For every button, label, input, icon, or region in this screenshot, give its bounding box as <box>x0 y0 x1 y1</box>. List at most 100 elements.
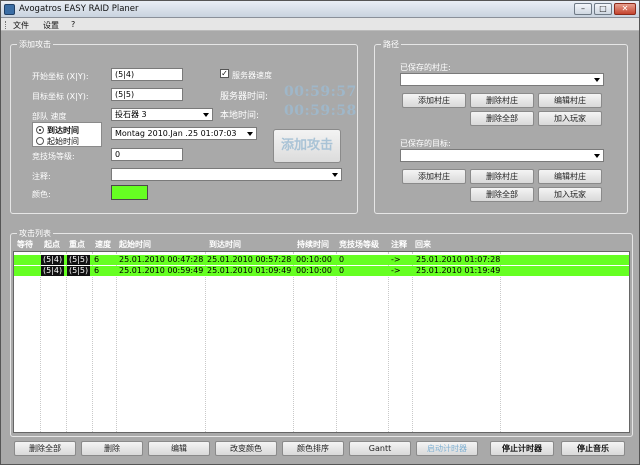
saved-targets-select[interactable] <box>400 149 604 162</box>
color-swatch[interactable] <box>111 185 148 200</box>
row-speed: 6 <box>94 266 100 275</box>
chevron-down-icon <box>594 154 600 158</box>
col-arrival-time[interactable]: 到达时间 <box>209 239 241 250</box>
column-divider <box>66 252 67 432</box>
edit-target-button[interactable]: 编辑村庄 <box>538 169 602 184</box>
stop-timer-button[interactable]: 停止计时器 <box>490 441 554 456</box>
delete-village-button[interactable]: 删除村庄 <box>470 93 534 108</box>
calendar-dropdown-icon <box>247 132 253 136</box>
maximize-button[interactable]: □ <box>594 3 612 15</box>
attack-list[interactable]: (5|4) (5|5) 6 25.01.2010 00:47:28 25.01.… <box>13 251 630 433</box>
col-end[interactable]: 重点 <box>69 239 85 250</box>
table-row[interactable]: (5|4) (5|5) 6 25.01.2010 00:59:49 25.01.… <box>14 266 629 276</box>
col-wait[interactable]: 等待 <box>17 239 33 250</box>
arena-level-input[interactable] <box>111 148 183 161</box>
radio-arrival-time-label: 到达时间 <box>47 126 79 135</box>
server-speed-label: 服务器速度 <box>232 71 272 80</box>
col-return[interactable]: 回来 <box>415 239 431 250</box>
row-start-coord: (5|4) <box>41 255 65 265</box>
col-note[interactable]: 注释 <box>391 239 407 250</box>
chevron-down-icon <box>203 113 209 117</box>
add-attack-group-title: 添加攻击 <box>17 39 53 50</box>
server-time-label: 服务器时间: <box>220 92 269 102</box>
col-arena-level[interactable]: 竞技场等级 <box>339 239 379 250</box>
col-duration[interactable]: 持续时间 <box>297 239 329 250</box>
troop-speed-value: 投石器 3 <box>115 110 147 119</box>
row-start-time: 25.01.2010 00:59:49 <box>119 266 204 275</box>
color-sort-button[interactable]: 颜色排序 <box>282 441 344 456</box>
attack-list-header: 等待 起点 重点 速度 起始时间 到达时间 持续时间 竞技场等级 注释 回来 <box>15 239 627 251</box>
server-time-value: 00:59:57 <box>284 84 357 100</box>
app-window: Avogatros EASY RAID Planer – □ ✕ 文件 设置 ?… <box>0 0 640 465</box>
row-arena: 0 <box>339 255 345 264</box>
add-target-button[interactable]: 添加村庄 <box>402 169 466 184</box>
server-speed-checkbox[interactable]: ✓ <box>220 69 229 78</box>
menu-bar: 文件 设置 ? <box>1 18 639 31</box>
radio-arrival-time[interactable] <box>36 126 44 134</box>
delete-all-villages-button[interactable]: 删除全部 <box>470 111 534 126</box>
attack-list-group-title: 攻击列表 <box>17 228 53 239</box>
change-color-button[interactable]: 改变颜色 <box>215 441 277 456</box>
arena-level-label: 竞技场等级: <box>32 152 75 161</box>
row-arena: 0 <box>339 266 345 275</box>
delete-button[interactable]: 删除 <box>81 441 143 456</box>
minimize-button[interactable]: – <box>574 3 592 15</box>
stop-music-button[interactable]: 停止音乐 <box>561 441 625 456</box>
col-start-time[interactable]: 起始时间 <box>119 239 151 250</box>
row-return-time: 25.01.2010 01:19:49 <box>416 266 501 275</box>
radio-start-time[interactable] <box>36 137 44 145</box>
column-divider <box>293 252 294 432</box>
saved-villages-label: 已保存的村庄: <box>400 63 451 72</box>
row-note: -> <box>391 266 401 275</box>
target-coord-input[interactable] <box>111 88 183 101</box>
start-timer-button[interactable]: 启动计时器 <box>416 441 478 456</box>
menu-file[interactable]: 文件 <box>13 20 29 31</box>
add-attack-button[interactable]: 添加攻击 <box>273 129 341 163</box>
note-select[interactable] <box>111 168 342 181</box>
row-return-time: 25.01.2010 01:07:28 <box>416 255 501 264</box>
col-speed[interactable]: 速度 <box>95 239 111 250</box>
edit-button[interactable]: 编辑 <box>148 441 210 456</box>
menu-settings[interactable]: 设置 <box>43 20 59 31</box>
troop-speed-select[interactable]: 投石器 3 <box>111 108 213 121</box>
path-group-title: 路径 <box>381 39 401 50</box>
app-icon <box>4 4 15 15</box>
edit-village-button[interactable]: 编辑村庄 <box>538 93 602 108</box>
target-coord-label: 目标坐标 (X|Y): <box>32 92 89 101</box>
column-divider <box>388 252 389 432</box>
row-arrival-time: 25.01.2010 00:57:28 <box>207 255 292 264</box>
table-row[interactable]: (5|4) (5|5) 6 25.01.2010 00:47:28 25.01.… <box>14 255 629 265</box>
start-coord-input[interactable] <box>111 68 183 81</box>
close-button[interactable]: ✕ <box>614 3 636 15</box>
column-divider <box>92 252 93 432</box>
chevron-down-icon <box>594 78 600 82</box>
radio-start-time-label: 起始时间 <box>47 137 79 146</box>
menu-help[interactable]: ? <box>71 20 75 29</box>
row-duration: 00:10:00 <box>296 255 332 264</box>
saved-villages-select[interactable] <box>400 73 604 86</box>
col-start[interactable]: 起点 <box>44 239 60 250</box>
add-player-villages-button[interactable]: 加入玩家 <box>538 111 602 126</box>
datetime-picker[interactable]: Montag 2010.Jan .25 01:07:03 <box>111 127 257 140</box>
row-start-coord: (5|4) <box>41 266 65 276</box>
title-bar[interactable]: Avogatros EASY RAID Planer – □ ✕ <box>1 1 639 18</box>
note-label: 注释: <box>32 172 51 181</box>
local-time-label: 本地时间: <box>220 111 260 121</box>
add-player-targets-button[interactable]: 加入玩家 <box>538 187 602 202</box>
delete-all-button[interactable]: 删除全部 <box>14 441 76 456</box>
local-time-value: 00:59:58 <box>284 103 357 119</box>
column-divider <box>205 252 206 432</box>
row-end-coord: (5|5) <box>67 266 91 276</box>
row-note: -> <box>391 255 401 264</box>
window-title: Avogatros EASY RAID Planer <box>19 4 139 14</box>
gantt-button[interactable]: Gantt <box>349 441 411 456</box>
delete-all-targets-button[interactable]: 删除全部 <box>470 187 534 202</box>
row-duration: 00:10:00 <box>296 266 332 275</box>
add-village-button[interactable]: 添加村庄 <box>402 93 466 108</box>
row-end-coord: (5|5) <box>67 255 91 265</box>
row-start-time: 25.01.2010 00:47:28 <box>119 255 204 264</box>
column-divider <box>412 252 413 432</box>
troop-speed-label: 部队 速度 <box>32 112 67 121</box>
column-divider <box>40 252 41 432</box>
delete-target-button[interactable]: 删除村庄 <box>470 169 534 184</box>
